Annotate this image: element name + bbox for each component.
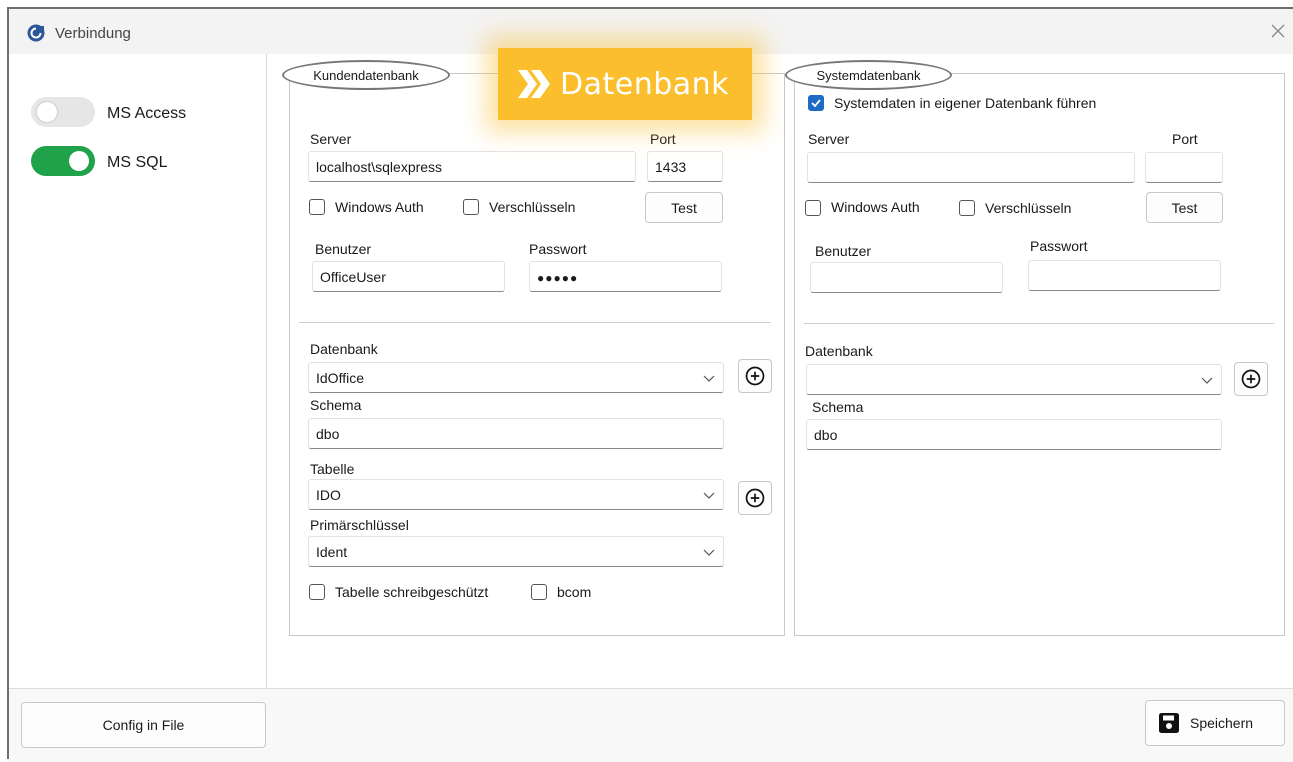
system-server-label: Server	[808, 131, 850, 147]
kunden-table-value: IDO	[316, 487, 341, 503]
kunden-port-input[interactable]: 1433	[647, 151, 723, 182]
kunden-password-label: Passwort	[529, 241, 587, 257]
system-own-db-label: Systemdaten in eigener Datenbank führen	[834, 95, 1097, 111]
kunden-readonly-label: Tabelle schreibgeschützt	[335, 584, 489, 600]
kunden-windows-auth-label: Windows Auth	[335, 199, 424, 215]
kunden-test-button[interactable]: Test	[645, 192, 723, 223]
system-own-db-checkbox[interactable]	[808, 95, 824, 111]
kunden-database-select[interactable]: IdOffice	[308, 362, 724, 393]
connection-window: Verbindung MS Access MS SQL Kundendatenb…	[7, 7, 1293, 762]
system-schema-input[interactable]: dbo	[806, 419, 1222, 450]
kunden-legend: Kundendatenbank	[282, 60, 450, 90]
close-icon[interactable]	[1267, 20, 1289, 42]
kunden-readonly-checkbox[interactable]	[309, 584, 325, 600]
bottom-bar: Config in File Speichern	[9, 688, 1293, 762]
system-separator	[804, 323, 1274, 324]
kunden-database-value: IdOffice	[316, 370, 364, 386]
chevron-down-icon	[703, 492, 715, 499]
db-type-panel: MS Access MS SQL	[9, 54, 267, 688]
checkmark-icon	[811, 99, 821, 108]
config-in-file-button[interactable]: Config in File	[21, 702, 266, 748]
ms-sql-label: MS SQL	[107, 154, 168, 171]
kunden-encrypt-label: Verschlüsseln	[489, 199, 576, 215]
kunden-bcom-checkbox[interactable]	[531, 584, 547, 600]
system-add-database-button[interactable]	[1234, 362, 1268, 396]
kunden-database-label: Datenbank	[310, 341, 378, 357]
system-windows-auth-label: Windows Auth	[831, 199, 920, 215]
ms-access-label: MS Access	[107, 105, 187, 122]
datenbank-highlight-banner: Datenbank	[498, 48, 752, 120]
kunden-table-select[interactable]: IDO	[308, 479, 724, 510]
save-icon	[1159, 713, 1179, 733]
system-encrypt-checkbox[interactable]	[959, 200, 975, 216]
kunden-bcom-label: bcom	[557, 584, 592, 600]
ms-sql-toggle[interactable]	[31, 146, 95, 176]
system-encrypt-label: Verschlüsseln	[985, 200, 1072, 216]
window-title: Verbindung	[55, 25, 131, 42]
kunden-pk-label: Primärschlüssel	[310, 517, 409, 533]
kunden-user-label: Benutzer	[315, 241, 372, 257]
kunden-user-input[interactable]: OfficeUser	[312, 261, 505, 292]
system-legend: Systemdatenbank	[785, 60, 952, 90]
system-windows-auth-checkbox[interactable]	[805, 200, 821, 216]
kunden-separator	[299, 322, 771, 323]
system-port-input[interactable]	[1145, 152, 1223, 183]
kunden-windows-auth-checkbox[interactable]	[309, 199, 325, 215]
kunden-server-label: Server	[310, 131, 352, 147]
chevron-down-icon	[1201, 377, 1213, 384]
kunden-add-table-button[interactable]	[738, 481, 772, 515]
save-button[interactable]: Speichern	[1145, 700, 1285, 746]
chevron-down-icon	[703, 549, 715, 556]
kunden-schema-input[interactable]: dbo	[308, 418, 724, 449]
kunden-pk-value: Ident	[316, 544, 348, 560]
kunden-password-input[interactable]: ●●●●●	[529, 261, 722, 292]
kunden-port-label: Port	[650, 131, 676, 147]
system-schema-label: Schema	[812, 399, 864, 415]
system-port-label: Port	[1172, 131, 1198, 147]
system-password-label: Passwort	[1030, 238, 1088, 254]
system-user-label: Benutzer	[815, 243, 872, 259]
kunden-pk-select[interactable]: Ident	[308, 536, 724, 567]
banner-label: Datenbank	[560, 66, 730, 102]
ms-access-toggle[interactable]	[31, 97, 95, 127]
system-password-input[interactable]	[1028, 260, 1221, 291]
save-label: Speichern	[1190, 715, 1254, 731]
system-test-button[interactable]: Test	[1146, 192, 1223, 223]
kunden-encrypt-checkbox[interactable]	[463, 199, 479, 215]
double-chevron-right-icon	[518, 70, 550, 98]
system-database-select[interactable]	[806, 364, 1222, 395]
system-user-input[interactable]	[810, 262, 1003, 293]
kunden-table-label: Tabelle	[310, 461, 355, 477]
system-database-label: Datenbank	[805, 343, 873, 359]
kunden-schema-label: Schema	[310, 397, 362, 413]
kunden-server-input[interactable]: localhost\sqlexpress	[308, 151, 636, 182]
system-server-input[interactable]	[807, 152, 1135, 183]
kunden-add-database-button[interactable]	[738, 359, 772, 393]
app-icon	[27, 24, 45, 42]
chevron-down-icon	[703, 375, 715, 382]
